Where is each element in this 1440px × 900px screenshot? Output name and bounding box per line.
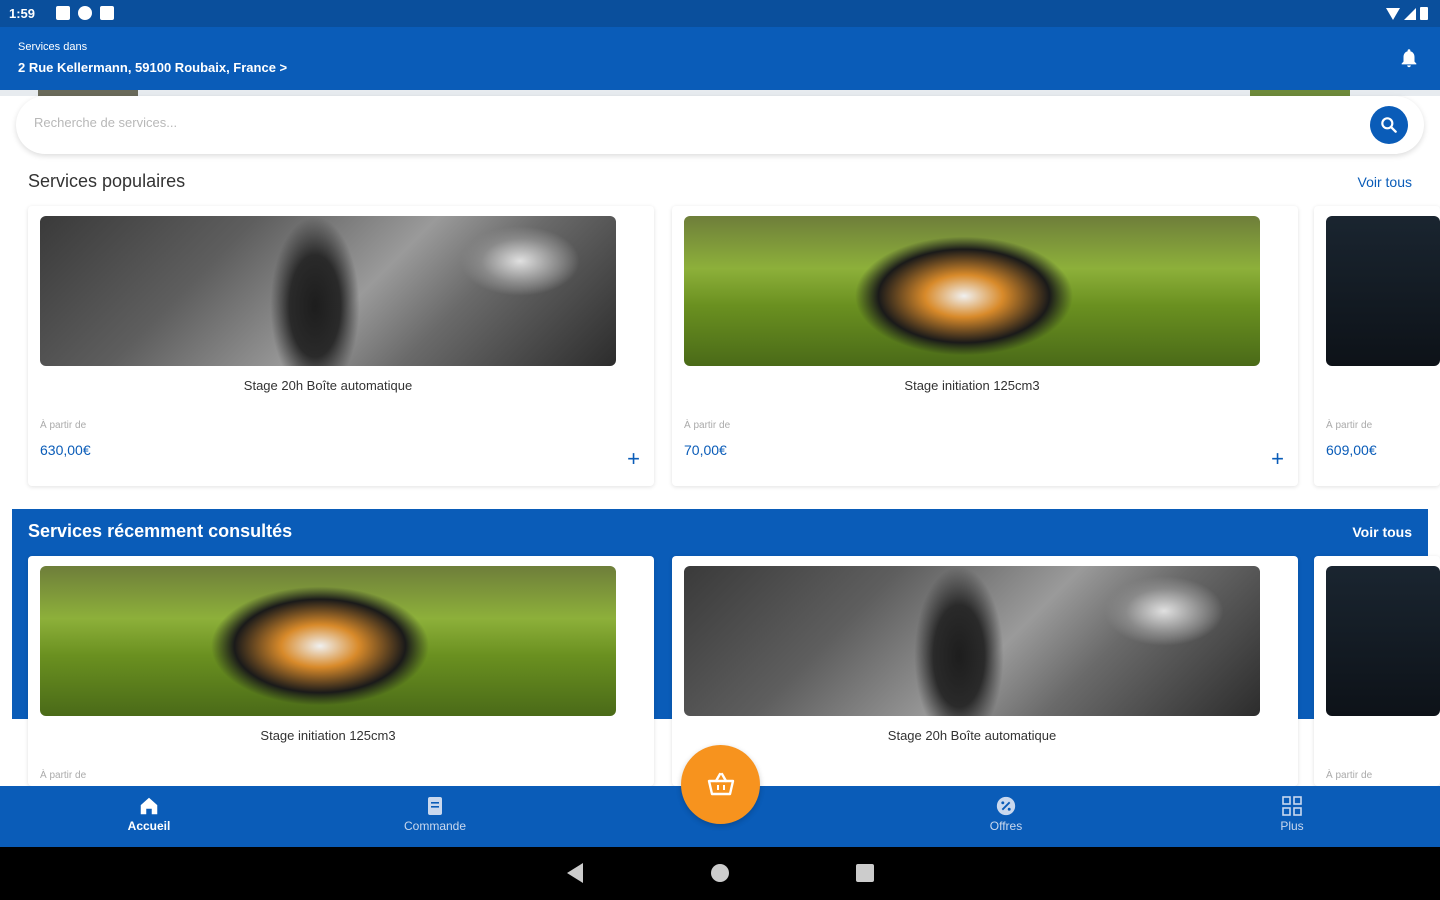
motorbike-graphic bbox=[210, 586, 430, 706]
nav-item-home[interactable]: Accueil bbox=[69, 786, 229, 847]
service-image bbox=[40, 216, 616, 366]
price-from-label: À partir de bbox=[40, 420, 87, 431]
grid-icon bbox=[1281, 795, 1303, 817]
add-to-cart-button[interactable]: + bbox=[1271, 448, 1284, 470]
service-image bbox=[1326, 216, 1440, 366]
price-from-label: À partir de bbox=[684, 420, 731, 431]
see-all-recent-link[interactable]: Voir tous bbox=[1352, 524, 1412, 540]
dial-graphic bbox=[460, 226, 580, 296]
service-price: 630,00€ bbox=[40, 442, 91, 458]
service-price: 70,00€ bbox=[684, 442, 727, 458]
service-image bbox=[684, 216, 1260, 366]
see-all-popular-link[interactable]: Voir tous bbox=[1358, 174, 1412, 190]
section-title-recent: Services récemment consultés bbox=[28, 521, 293, 541]
home-button-icon[interactable] bbox=[711, 864, 729, 882]
gearshift-graphic bbox=[270, 216, 360, 366]
notification-icon bbox=[56, 6, 70, 20]
gearshift-graphic bbox=[914, 566, 1004, 716]
location-address-link[interactable]: 2 Rue Kellermann, 59100 Roubaix, France … bbox=[18, 60, 287, 75]
dial-graphic bbox=[1104, 576, 1224, 646]
basket-icon bbox=[707, 772, 734, 795]
recent-apps-icon[interactable] bbox=[856, 864, 874, 882]
service-card[interactable]: Stage 20h Boîte automatique À partir de … bbox=[28, 206, 654, 486]
nav-item-orders[interactable]: Commande bbox=[355, 786, 515, 847]
signal-icon bbox=[1404, 7, 1416, 20]
system-icons bbox=[1386, 7, 1428, 20]
receipt-icon bbox=[424, 795, 446, 817]
location-subtitle: Services dans bbox=[18, 41, 88, 53]
price-from-label: À partir de bbox=[1326, 770, 1373, 781]
price-from-label: À partir de bbox=[40, 770, 87, 781]
search-input[interactable] bbox=[34, 115, 1334, 130]
service-price: 609,00€ bbox=[1326, 442, 1377, 458]
service-image bbox=[684, 566, 1260, 716]
battery-icon bbox=[1420, 7, 1428, 20]
back-icon[interactable] bbox=[567, 863, 583, 883]
wifi-icon bbox=[1386, 7, 1400, 20]
app-notification-icon bbox=[78, 6, 92, 20]
search-icon bbox=[1381, 117, 1397, 133]
service-title: Stage 20h Boîte automatique bbox=[887, 728, 1057, 743]
service-card[interactable]: À partir de 609,00€ bbox=[1314, 206, 1440, 486]
status-time: 1:59 bbox=[9, 6, 36, 21]
service-card[interactable]: À partir de bbox=[1314, 556, 1440, 786]
nav-item-offers[interactable]: Offres bbox=[926, 786, 1086, 847]
service-title: Stage 20h Boîte automatique bbox=[243, 378, 413, 393]
motorbike-graphic bbox=[854, 236, 1074, 356]
nav-label: Offres bbox=[989, 819, 1023, 833]
offer-icon bbox=[995, 795, 1017, 817]
service-title: Stage initiation 125cm3 bbox=[260, 728, 396, 743]
notification-icons bbox=[56, 6, 114, 20]
status-bar: 1:59 bbox=[0, 0, 1440, 27]
nav-label: Accueil bbox=[127, 819, 171, 833]
service-image bbox=[40, 566, 616, 716]
home-icon bbox=[138, 795, 160, 817]
service-card[interactable]: Stage initiation 125cm3 À partir de 70,0… bbox=[672, 206, 1298, 486]
cart-fab-button[interactable] bbox=[681, 745, 760, 824]
app-header: Services dans 2 Rue Kellermann, 59100 Ro… bbox=[0, 27, 1440, 90]
sim-icon bbox=[100, 6, 114, 20]
search-bar bbox=[16, 96, 1424, 154]
bell-icon[interactable] bbox=[1398, 45, 1420, 71]
price-from-label: À partir de bbox=[1326, 420, 1373, 431]
search-button[interactable] bbox=[1370, 106, 1408, 144]
add-to-cart-button[interactable]: + bbox=[627, 448, 640, 470]
service-image bbox=[1326, 566, 1440, 716]
nav-item-more[interactable]: Plus bbox=[1212, 786, 1372, 847]
service-title: Stage initiation 125cm3 bbox=[904, 378, 1040, 393]
service-card[interactable]: Stage 20h Boîte automatique bbox=[672, 556, 1298, 786]
section-title-popular: Services populaires bbox=[28, 171, 186, 191]
nav-label: Commande bbox=[403, 819, 467, 833]
nav-label: Plus bbox=[1280, 819, 1304, 833]
service-card[interactable]: Stage initiation 125cm3 À partir de bbox=[28, 556, 654, 786]
